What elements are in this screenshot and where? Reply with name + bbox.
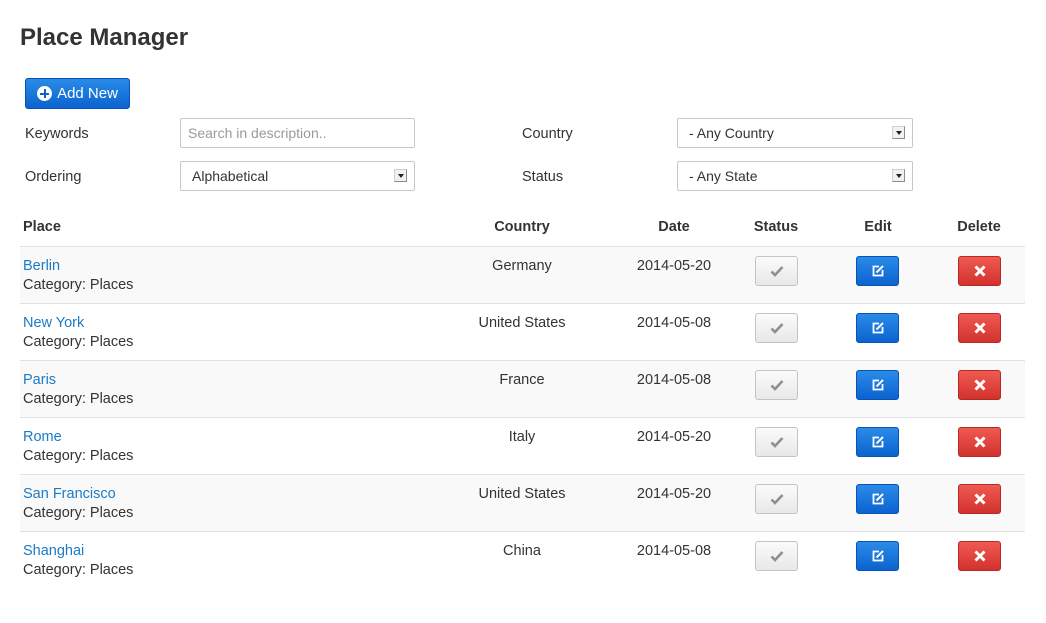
- check-icon: [770, 437, 783, 448]
- place-date: 2014-05-20: [636, 429, 712, 445]
- place-category: Category: Places: [23, 505, 134, 521]
- ordering-label: Ordering: [25, 169, 82, 185]
- keywords-input[interactable]: Search in description..: [180, 118, 415, 148]
- close-icon: [973, 322, 986, 334]
- place-category: Category: Places: [23, 562, 134, 578]
- place-link[interactable]: San Francisco: [23, 486, 116, 502]
- check-icon: [770, 380, 783, 391]
- place-category: Category: Places: [23, 448, 134, 464]
- edit-icon: [872, 493, 884, 505]
- edit-button[interactable]: [856, 541, 899, 571]
- table-row: Berlin Category: Places Germany 2014-05-…: [20, 247, 1025, 304]
- place-date: 2014-05-08: [636, 543, 712, 559]
- edit-button[interactable]: [856, 484, 899, 514]
- edit-button[interactable]: [856, 256, 899, 286]
- edit-button[interactable]: [856, 313, 899, 343]
- status-toggle-button[interactable]: [755, 484, 798, 514]
- delete-button[interactable]: [958, 541, 1001, 571]
- table-body: Berlin Category: Places Germany 2014-05-…: [20, 247, 1025, 588]
- places-table: Place Country Date Status Edit Delete Be…: [20, 214, 1025, 588]
- status-value: - Any State: [689, 168, 758, 184]
- place-link[interactable]: Shanghai: [23, 543, 84, 559]
- table-row: Paris Category: Places France 2014-05-08: [20, 361, 1025, 418]
- place-link[interactable]: New York: [23, 315, 84, 331]
- status-label: Status: [522, 169, 564, 185]
- place-link[interactable]: Berlin: [23, 258, 60, 274]
- place-link[interactable]: Rome: [23, 429, 62, 445]
- close-icon: [973, 493, 986, 505]
- close-icon: [973, 436, 986, 448]
- place-link[interactable]: Paris: [23, 372, 56, 388]
- delete-button[interactable]: [958, 370, 1001, 400]
- table-row: New York Category: Places United States …: [20, 304, 1025, 361]
- edit-icon: [872, 550, 884, 562]
- keywords-placeholder: Search in description..: [188, 125, 327, 141]
- check-icon: [770, 494, 783, 505]
- ordering-value: Alphabetical: [192, 168, 269, 184]
- status-toggle-button[interactable]: [755, 541, 798, 571]
- edit-icon: [872, 379, 884, 391]
- add-new-button[interactable]: Add New: [25, 78, 130, 109]
- status-toggle-button[interactable]: [755, 256, 798, 286]
- edit-icon: [872, 322, 884, 334]
- close-icon: [973, 550, 986, 562]
- status-toggle-button[interactable]: [755, 427, 798, 457]
- place-country: France: [499, 372, 545, 388]
- chevron-down-icon: [394, 169, 407, 182]
- table-row: Rome Category: Places Italy 2014-05-20: [20, 418, 1025, 475]
- header-place[interactable]: Place: [23, 219, 61, 235]
- close-icon: [973, 379, 986, 391]
- place-date: 2014-05-08: [636, 315, 712, 331]
- delete-button[interactable]: [958, 427, 1001, 457]
- header-country[interactable]: Country: [422, 219, 622, 235]
- delete-button[interactable]: [958, 256, 1001, 286]
- delete-button[interactable]: [958, 313, 1001, 343]
- place-country: Germany: [492, 258, 552, 274]
- delete-button[interactable]: [958, 484, 1001, 514]
- chevron-down-icon: [892, 169, 905, 182]
- place-category: Category: Places: [23, 391, 134, 407]
- country-select[interactable]: - Any Country: [677, 118, 913, 148]
- header-edit: Edit: [864, 219, 892, 235]
- close-icon: [973, 265, 986, 277]
- status-toggle-button[interactable]: [755, 370, 798, 400]
- table-row: Shanghai Category: Places China 2014-05-…: [20, 532, 1025, 588]
- edit-icon: [872, 265, 884, 277]
- ordering-select[interactable]: Alphabetical: [180, 161, 415, 191]
- check-icon: [770, 323, 783, 334]
- header-delete: Delete: [957, 219, 1001, 235]
- place-country: Italy: [508, 429, 536, 445]
- edit-icon: [872, 436, 884, 448]
- country-value: - Any Country: [689, 125, 774, 141]
- page-title: Place Manager: [20, 24, 189, 51]
- header-status[interactable]: Status: [726, 219, 826, 235]
- place-country: China: [503, 543, 541, 559]
- country-label: Country: [522, 126, 573, 142]
- table-header: Place Country Date Status Edit Delete: [20, 214, 1025, 247]
- add-new-label: Add New: [57, 85, 118, 102]
- edit-button[interactable]: [856, 427, 899, 457]
- status-toggle-button[interactable]: [755, 313, 798, 343]
- place-country: United States: [478, 486, 566, 502]
- status-select[interactable]: - Any State: [677, 161, 913, 191]
- check-icon: [770, 551, 783, 562]
- keywords-label: Keywords: [25, 126, 89, 142]
- place-date: 2014-05-08: [636, 372, 712, 388]
- place-date: 2014-05-20: [636, 486, 712, 502]
- table-row: San Francisco Category: Places United St…: [20, 475, 1025, 532]
- chevron-down-icon: [892, 126, 905, 139]
- plus-circle-icon: [37, 86, 53, 101]
- place-category: Category: Places: [23, 334, 134, 350]
- place-country: United States: [478, 315, 566, 331]
- edit-button[interactable]: [856, 370, 899, 400]
- header-date[interactable]: Date: [624, 219, 724, 235]
- place-category: Category: Places: [23, 277, 134, 293]
- place-date: 2014-05-20: [636, 258, 712, 274]
- check-icon: [770, 266, 783, 277]
